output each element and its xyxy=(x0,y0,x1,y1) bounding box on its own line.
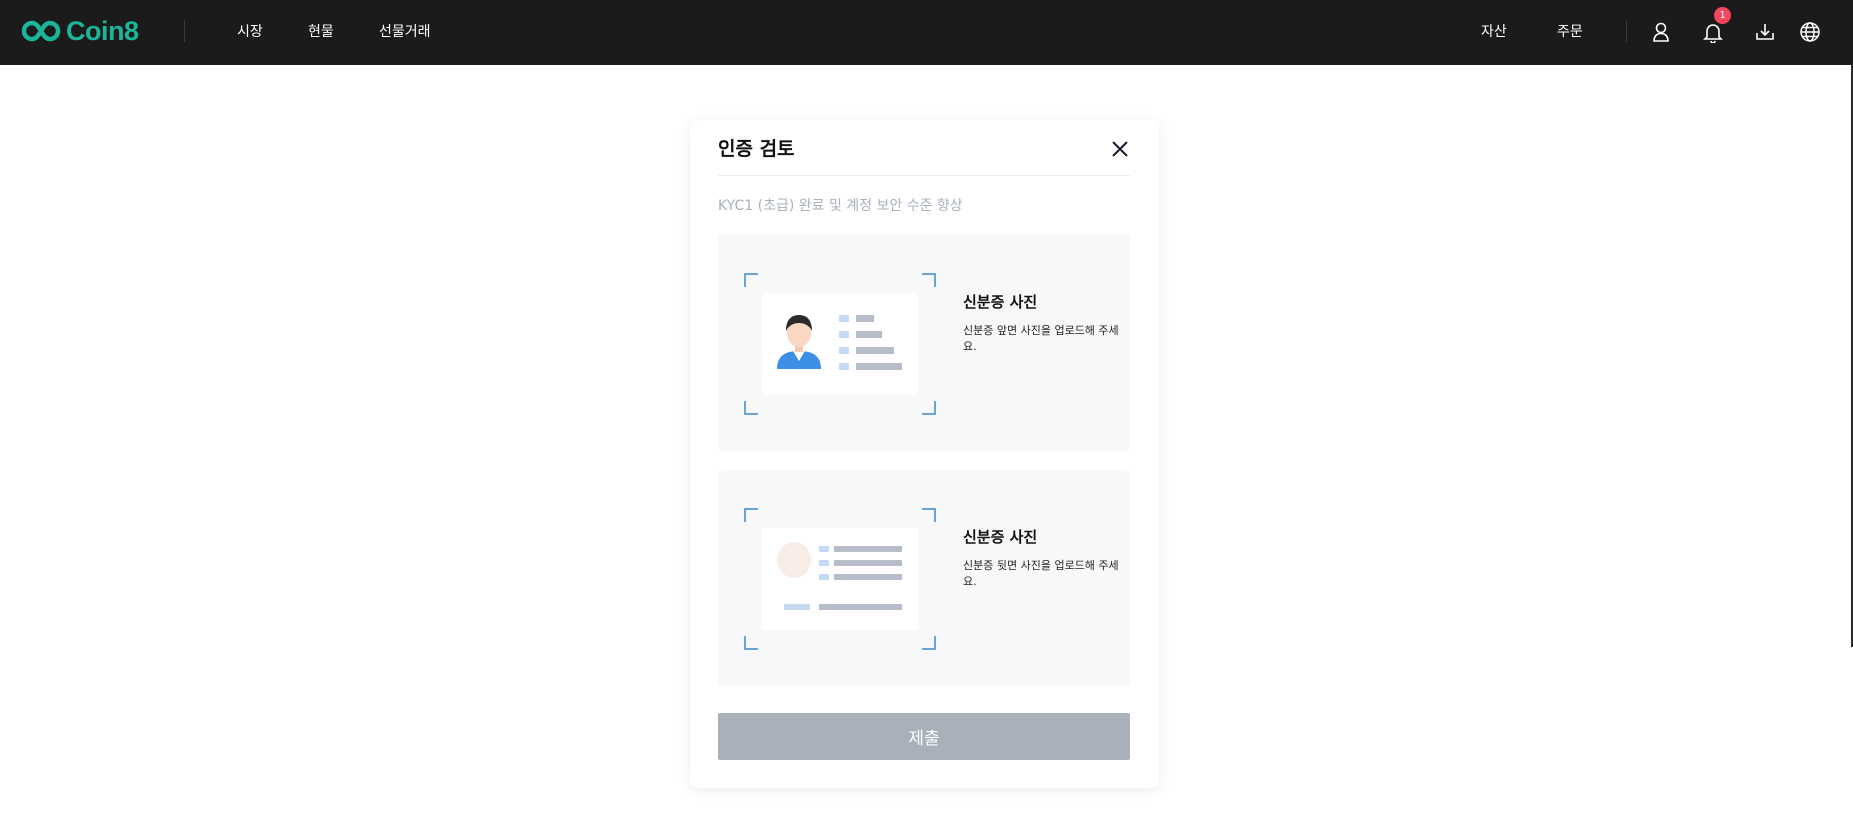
nav-item-orders[interactable]: 주문 xyxy=(1557,21,1583,41)
header-divider xyxy=(184,20,185,42)
close-icon[interactable] xyxy=(1109,138,1131,160)
upload-card-front-title: 신분증 사진 xyxy=(963,293,1038,311)
nav-item-futures[interactable]: 선물거래 xyxy=(379,21,431,41)
nav-item-spot[interactable]: 현물 xyxy=(308,21,334,41)
submit-button[interactable]: 제출 xyxy=(718,713,1130,760)
nav-item-assets[interactable]: 자산 xyxy=(1481,21,1507,41)
upload-card-back[interactable]: 신분증 사진 신분증 뒷면 사진을 업로드해 주세요. xyxy=(718,470,1130,686)
download-icon[interactable] xyxy=(1752,19,1778,45)
modal-subtitle: KYC1 (초급) 완료 및 계정 보안 수준 향상 xyxy=(718,198,963,214)
id-card-back-icon xyxy=(744,508,936,650)
modal-divider xyxy=(718,175,1130,176)
nav-item-market[interactable]: 시장 xyxy=(237,21,263,41)
modal-title: 인증 검토 xyxy=(718,138,795,160)
header-right-divider xyxy=(1626,20,1627,42)
upload-card-front[interactable]: 신분증 사진 신분증 앞면 사진을 업로드해 주세요. xyxy=(718,235,1130,451)
globe-icon[interactable] xyxy=(1797,19,1823,45)
id-card-front-icon xyxy=(744,273,936,415)
user-icon[interactable] xyxy=(1648,19,1674,45)
upload-card-front-description: 신분증 앞면 사진을 업로드해 주세요. xyxy=(963,324,1119,353)
brand-logo-icon xyxy=(21,20,61,42)
upload-card-back-description: 신분증 뒷면 사진을 업로드해 주세요. xyxy=(963,559,1119,588)
verification-modal: 인증 검토 KYC1 (초급) 완료 및 계정 보안 수준 향상 신분증 사진 … xyxy=(690,120,1159,788)
notification-badge: 1 xyxy=(1714,7,1731,24)
brand-name: Coin8 xyxy=(66,15,139,46)
upload-card-back-title: 신분증 사진 xyxy=(963,528,1038,546)
top-navigation-bar: Coin8 시장 현물 선물거래 자산 주문 1 xyxy=(0,0,1853,65)
brand-logo[interactable]: Coin8 xyxy=(20,16,139,46)
